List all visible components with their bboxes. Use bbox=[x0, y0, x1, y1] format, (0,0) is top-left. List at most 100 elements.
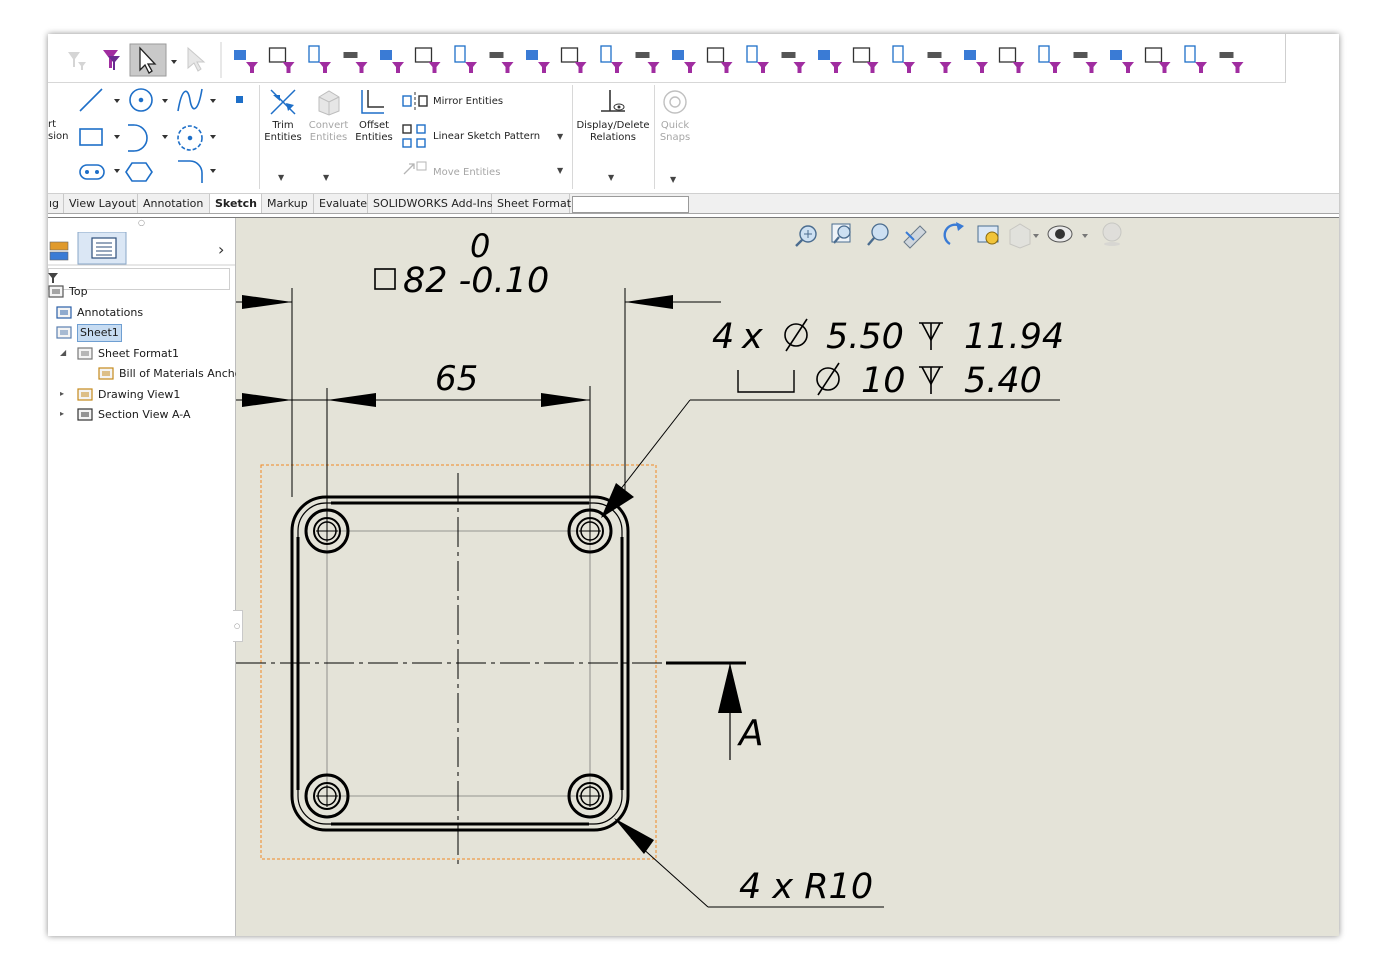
offset-entities-label-2[interactable]: Entities bbox=[352, 132, 396, 144]
fillet-icon[interactable] bbox=[178, 160, 203, 183]
hole-callout-line-2[interactable]: 10 5.40 bbox=[737, 361, 1042, 401]
filter-faces-icon[interactable] bbox=[308, 45, 331, 73]
smart-select-icon[interactable] bbox=[187, 46, 206, 72]
filter-tables-icon[interactable] bbox=[1144, 47, 1171, 73]
chevron-down-icon[interactable]: ▼ bbox=[557, 132, 563, 141]
dimension-tolerance-upper[interactable]: 0 bbox=[470, 227, 490, 265]
chevron-down-icon[interactable]: ▼ bbox=[670, 175, 676, 184]
hole-callout-leader[interactable] bbox=[601, 399, 1060, 518]
filter-datum-features-icon[interactable] bbox=[818, 50, 842, 73]
tab-evaluate[interactable]: Evaluate bbox=[314, 194, 368, 213]
filter-vertices-icon[interactable] bbox=[234, 50, 258, 73]
dimension-hole-spacing-65[interactable] bbox=[236, 386, 591, 531]
move-entities-icon[interactable] bbox=[401, 159, 429, 179]
filter-sketch-segments-icon[interactable] bbox=[526, 50, 550, 73]
linear-sketch-pattern-label[interactable]: Linear Sketch Pattern bbox=[433, 131, 540, 143]
mirror-entities-label[interactable]: Mirror Entities bbox=[433, 96, 503, 108]
convert-entities-label-2[interactable]: Entities bbox=[306, 132, 351, 144]
quick-snaps-icon[interactable] bbox=[661, 88, 689, 116]
graphics-area[interactable]: ○ A 0 82 -0.10 65 4 x 5.50 11.94 10 5.40… bbox=[233, 218, 1339, 936]
filter-routing-points-icon[interactable] bbox=[1110, 50, 1134, 73]
slot-icon[interactable] bbox=[79, 164, 105, 180]
spline-icon[interactable] bbox=[177, 88, 203, 112]
tree-item-bill-of-materials-anchor[interactable]: Bill of Materials Anchor bbox=[119, 366, 246, 382]
line-icon[interactable] bbox=[79, 88, 103, 112]
chevron-down-icon[interactable] bbox=[162, 99, 168, 103]
tree-item-section-view-a-a[interactable]: Section View A-A bbox=[98, 407, 191, 423]
filter-dimensions-icon[interactable] bbox=[672, 50, 696, 73]
tree-item-top[interactable]: Top bbox=[69, 284, 88, 300]
tab-solidworks-add-ins[interactable]: SOLIDWORKS Add-Ins bbox=[368, 194, 493, 213]
point-icon[interactable] bbox=[236, 96, 243, 103]
display-delete-relations-icon[interactable] bbox=[598, 87, 628, 117]
quick-snaps-label-1[interactable]: Quick bbox=[653, 120, 697, 132]
filter-notes-icon[interactable] bbox=[781, 52, 806, 73]
chevron-down-icon[interactable] bbox=[210, 135, 216, 139]
tree-item-drawing-view1[interactable]: Drawing View1 bbox=[98, 387, 180, 403]
trim-entities-label-1[interactable]: Trim bbox=[262, 120, 304, 132]
filter-centerlines-icon[interactable] bbox=[635, 52, 660, 73]
chevron-down-icon[interactable]: ▼ bbox=[278, 173, 284, 182]
tab-sheet-format[interactable]: Sheet Format bbox=[492, 194, 571, 213]
tab-sketch[interactable]: Sketch bbox=[210, 194, 262, 213]
linear-sketch-pattern-icon[interactable] bbox=[401, 123, 429, 151]
filter-edges-icon[interactable] bbox=[268, 47, 295, 73]
tree-item-sheet-format1[interactable]: Sheet Format1 bbox=[98, 346, 179, 362]
dimension-overall-text[interactable]: 82 -0.10 bbox=[403, 261, 549, 301]
filter-hole-callouts-icon[interactable] bbox=[1184, 45, 1207, 73]
chevron-down-icon[interactable] bbox=[210, 169, 216, 173]
tree-collapse-icon[interactable]: ◢ bbox=[60, 345, 66, 361]
dimension-hole-spacing-text[interactable]: 65 bbox=[435, 359, 478, 399]
chevron-down-icon[interactable]: ▼ bbox=[557, 166, 563, 175]
chevron-down-icon[interactable]: ▼ bbox=[323, 173, 329, 182]
tab-markup[interactable]: Markup bbox=[262, 194, 314, 213]
convert-entities-label-1[interactable]: Convert bbox=[306, 120, 351, 132]
chevron-down-icon[interactable] bbox=[162, 135, 168, 139]
rectangle-icon[interactable] bbox=[79, 128, 103, 146]
expand-panel-arrow-icon[interactable]: › bbox=[218, 240, 224, 259]
convert-entities-icon[interactable] bbox=[313, 87, 343, 117]
filter-surface-bodies-icon[interactable] bbox=[343, 52, 368, 73]
filter-surface-finish-icon[interactable] bbox=[706, 47, 733, 73]
tab-annotation[interactable]: Annotation bbox=[138, 194, 210, 213]
tab--g[interactable]: ıg bbox=[48, 194, 64, 213]
filter-connection-points-icon[interactable] bbox=[1073, 52, 1098, 73]
trim-entities-icon[interactable] bbox=[268, 87, 298, 117]
filter-center-marks-icon[interactable] bbox=[600, 45, 623, 73]
tab-scroll-box[interactable] bbox=[572, 196, 689, 213]
filter-weld-symbols-icon[interactable] bbox=[852, 47, 879, 73]
section-label[interactable]: A bbox=[737, 713, 764, 754]
filter-cosmetic-threads-icon[interactable] bbox=[927, 52, 952, 73]
filter-planes-icon[interactable] bbox=[454, 45, 477, 73]
chevron-down-icon[interactable] bbox=[114, 99, 120, 103]
relations-label-1[interactable]: Display/Delete bbox=[573, 120, 653, 132]
filter-cosmetic-welds-icon[interactable] bbox=[1038, 45, 1061, 73]
tree-expand-icon[interactable]: ▸ bbox=[60, 386, 64, 402]
chevron-down-icon[interactable]: ▼ bbox=[608, 173, 614, 182]
panel-splitter-dot[interactable]: ○ bbox=[48, 218, 235, 232]
filter-toolbar-icon[interactable] bbox=[103, 50, 120, 70]
tree-expand-icon[interactable]: ▸ bbox=[60, 406, 64, 422]
toggle-filter-icon[interactable] bbox=[68, 52, 86, 70]
filter-swap-filters-icon[interactable] bbox=[1219, 52, 1244, 73]
tree-item-sheet1[interactable]: Sheet1 bbox=[77, 324, 122, 342]
filter-sketch-points-icon[interactable] bbox=[489, 52, 514, 73]
relations-label-2[interactable]: Relations bbox=[573, 132, 653, 144]
filter-solid-bodies-icon[interactable] bbox=[380, 50, 404, 73]
chevron-down-icon[interactable] bbox=[114, 135, 120, 139]
mirror-entities-icon[interactable] bbox=[401, 91, 429, 111]
tab-view-layout[interactable]: View Layout bbox=[64, 194, 138, 213]
section-line-a[interactable] bbox=[666, 661, 746, 760]
trim-entities-label-2[interactable]: Entities bbox=[262, 132, 304, 144]
quick-snaps-label-2[interactable]: Snaps bbox=[653, 132, 697, 144]
dimension-overall-82[interactable] bbox=[236, 268, 721, 497]
chevron-down-icon[interactable] bbox=[114, 169, 120, 173]
offset-entities-label-1[interactable]: Offset bbox=[352, 120, 396, 132]
offset-entities-icon[interactable] bbox=[357, 87, 387, 117]
chevron-down-icon[interactable] bbox=[171, 60, 177, 64]
tree-item-annotations[interactable]: Annotations bbox=[77, 305, 143, 321]
filter-blocks-icon[interactable] bbox=[964, 50, 988, 73]
filter-geometric-tolerances-icon[interactable] bbox=[746, 45, 769, 73]
move-entities-label[interactable]: Move Entities bbox=[433, 167, 500, 179]
filter-midpoints-icon[interactable] bbox=[560, 47, 587, 73]
